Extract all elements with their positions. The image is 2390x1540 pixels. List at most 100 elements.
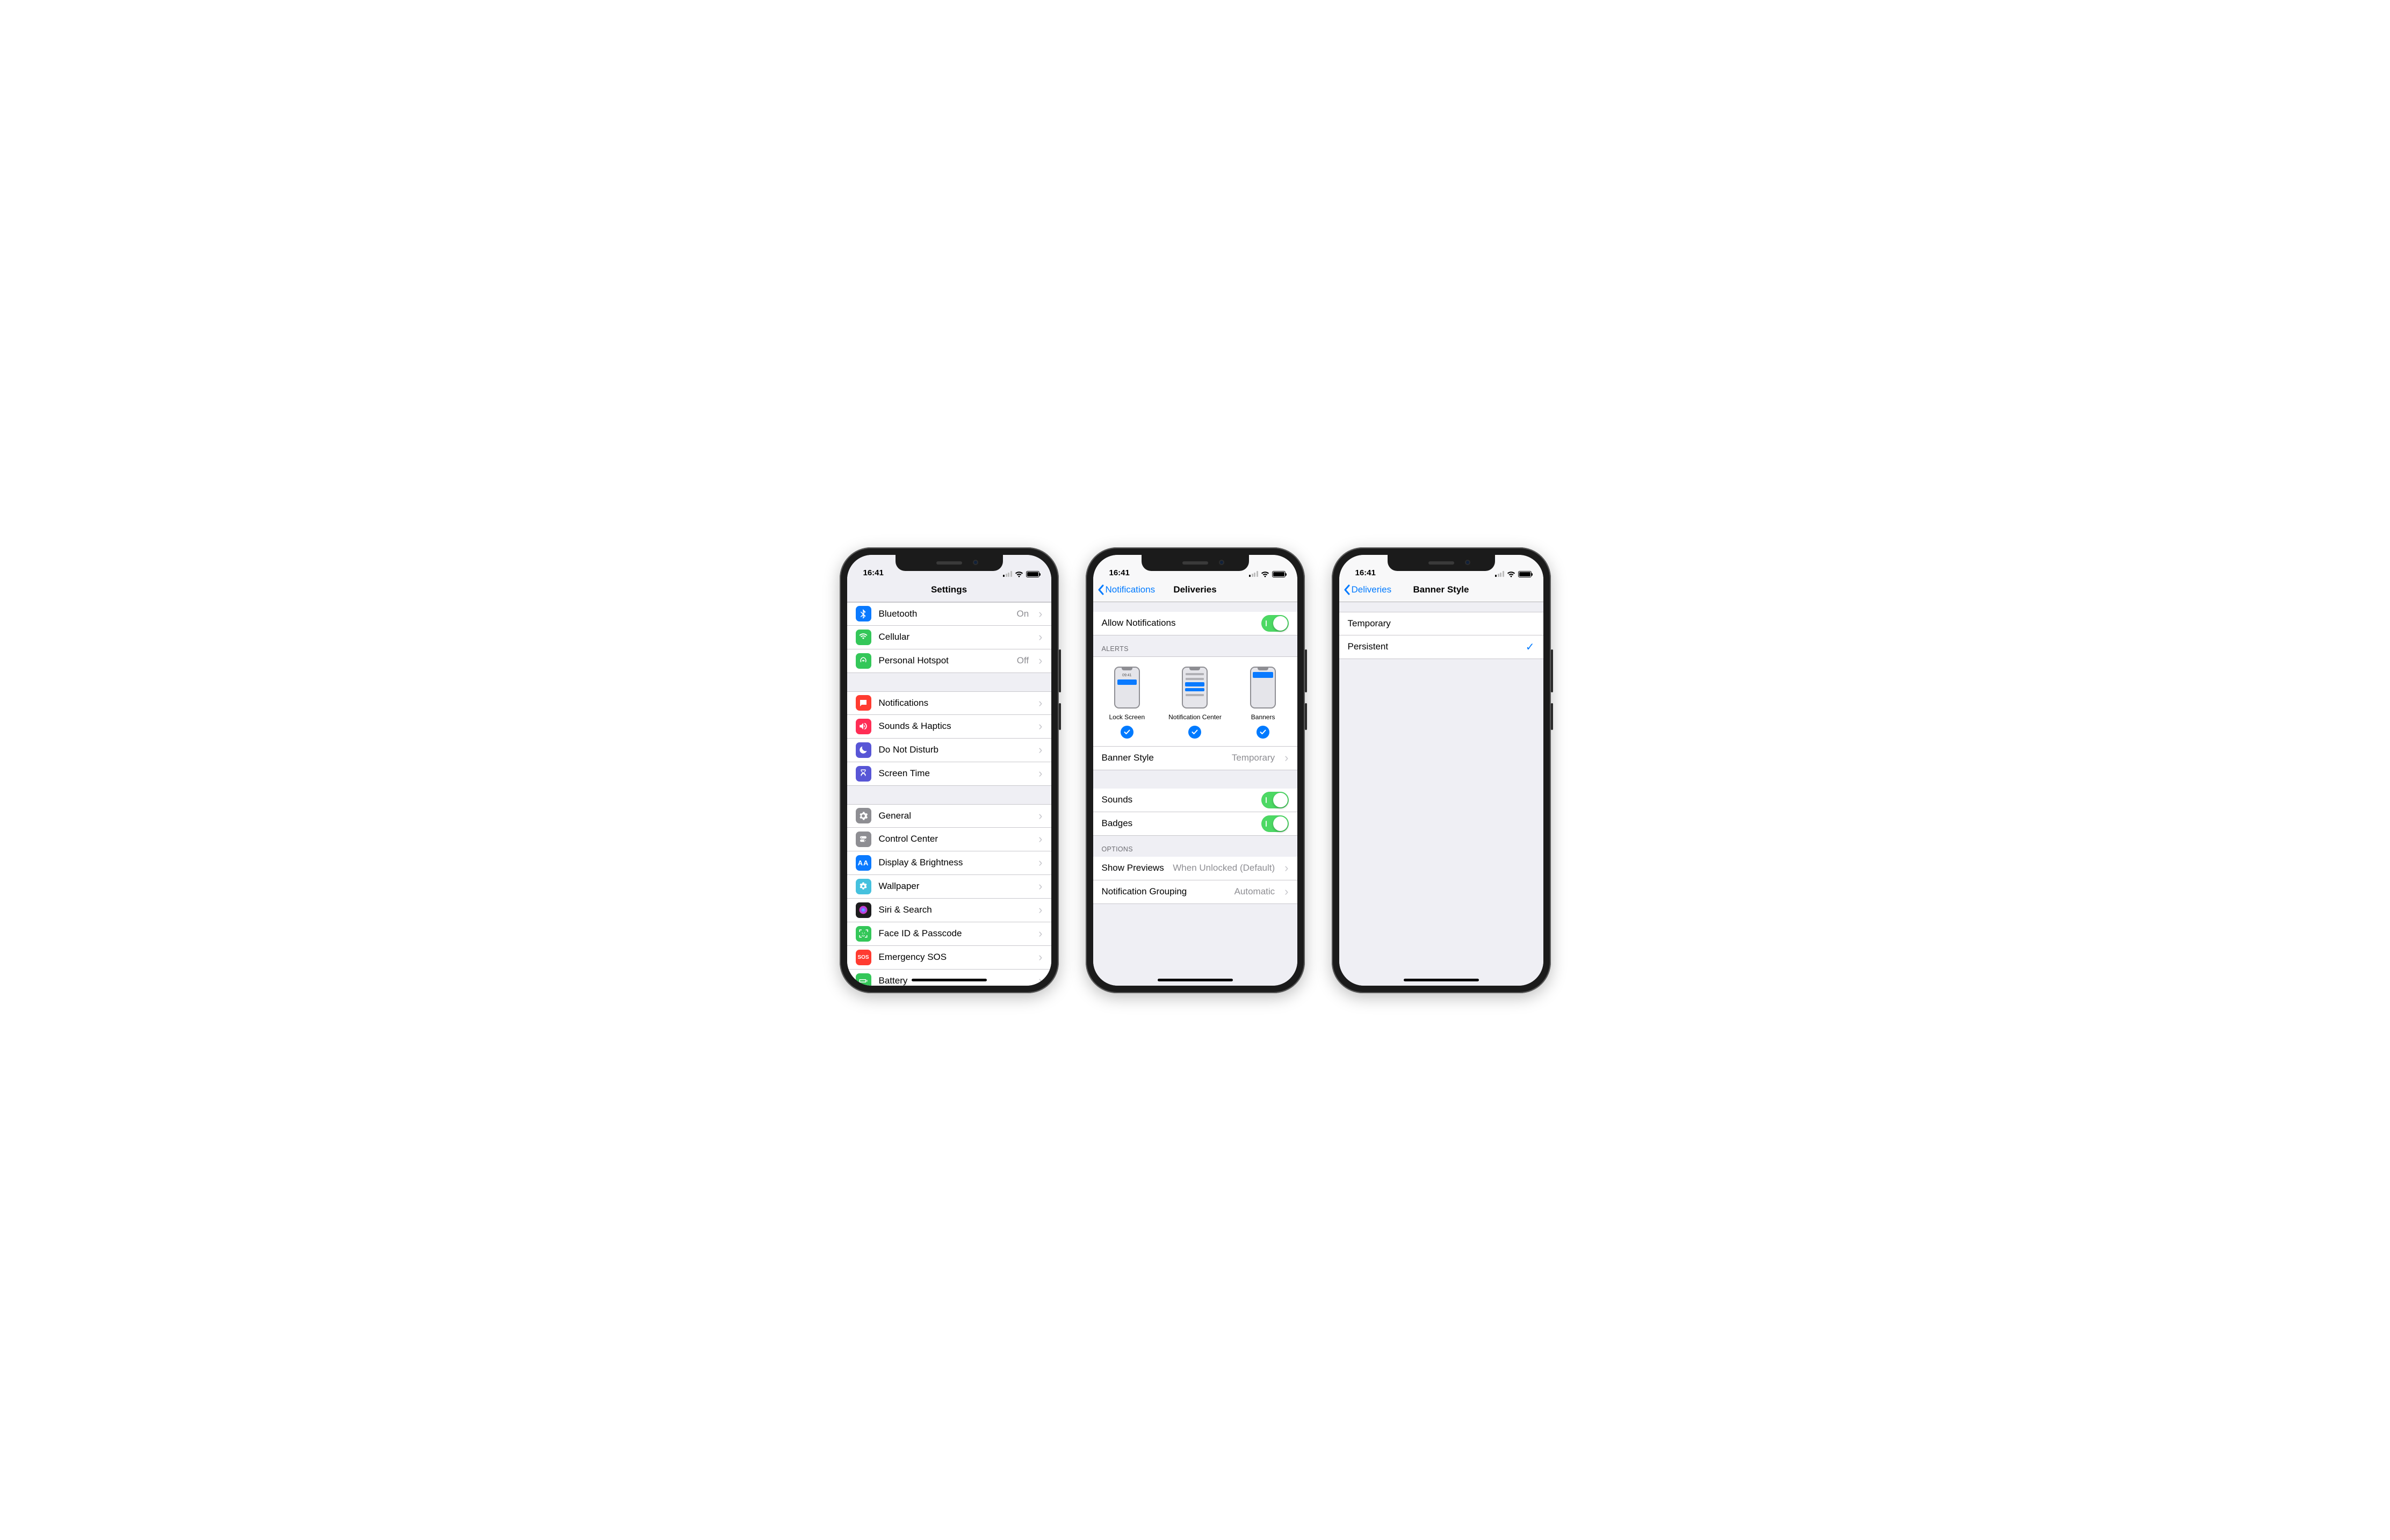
back-label: Notifications	[1106, 584, 1156, 595]
notificationcenter-preview	[1182, 667, 1208, 708]
banner-style-label: Banner Style	[1102, 753, 1224, 763]
settings-row-label: General	[879, 811, 1029, 821]
status-time: 16:41	[1109, 568, 1130, 577]
settings-row-label: Cellular	[879, 632, 1029, 642]
back-button[interactable]: Notifications	[1097, 579, 1156, 602]
settings-row-screentime[interactable]: Screen Time ›	[847, 762, 1051, 786]
signal-icon	[1495, 571, 1504, 577]
settings-row-hotspot[interactable]: Personal Hotspot Off ›	[847, 649, 1051, 673]
battery-icon	[856, 973, 871, 986]
chevron-right-icon: ›	[1038, 857, 1042, 869]
settings-row-siri[interactable]: Siri & Search›	[847, 899, 1051, 922]
controlcenter-icon	[856, 832, 871, 847]
signal-icon	[1003, 571, 1012, 577]
chevron-right-icon: ›	[1038, 744, 1042, 756]
home-indicator[interactable]	[1158, 979, 1233, 981]
settings-row-faceid[interactable]: Face ID & Passcode›	[847, 922, 1051, 946]
lockscreen-check[interactable]	[1121, 726, 1133, 739]
bannerstyle-option-temporary[interactable]: Temporary	[1339, 612, 1543, 635]
device-notch	[896, 555, 1003, 571]
device-notch	[1142, 555, 1249, 571]
page-title: Deliveries	[1173, 584, 1216, 595]
notification-grouping-label: Notification Grouping	[1102, 886, 1227, 897]
show-previews-row[interactable]: Show Previews When Unlocked (Default) ›	[1093, 857, 1297, 880]
banners-check[interactable]	[1257, 726, 1269, 739]
notification-grouping-row[interactable]: Notification Grouping Automatic ›	[1093, 880, 1297, 904]
settings-row-label: Notifications	[879, 698, 1029, 708]
chevron-right-icon: ›	[1038, 833, 1042, 845]
chevron-right-icon: ›	[1038, 768, 1042, 779]
back-label: Deliveries	[1352, 584, 1392, 595]
general-icon	[856, 808, 871, 823]
banner-style-row[interactable]: Banner Style Temporary ›	[1093, 747, 1297, 770]
settings-list[interactable]: BluetoothOn› Cellular › Personal Hotspot Off…	[847, 602, 1051, 986]
siri-icon	[856, 902, 871, 918]
page-title: Banner Style	[1413, 584, 1469, 595]
phone-settings: 16:41 Settings BluetoothOn›Cellular›Pers…	[840, 547, 1059, 993]
settings-row-wallpaper[interactable]: Wallpaper›	[847, 875, 1051, 899]
lockscreen-preview: 09:41	[1114, 667, 1140, 708]
option-label: Persistent	[1348, 641, 1518, 652]
sounds-toggle[interactable]	[1261, 792, 1289, 808]
wifi-icon	[1015, 571, 1023, 577]
navbar: Settings	[847, 579, 1051, 602]
settings-row-value: Off	[1017, 655, 1029, 666]
display-icon: AA	[856, 855, 871, 871]
allow-notifications-row[interactable]: Allow Notifications	[1093, 612, 1297, 635]
show-previews-value: When Unlocked (Default)	[1173, 863, 1275, 873]
sounds-label: Sounds	[1102, 794, 1254, 805]
settings-row-general[interactable]: General ›	[847, 804, 1051, 828]
notification-settings[interactable]: Allow Notifications ALERTS 09:41 Lock Sc…	[1093, 602, 1297, 986]
badges-row[interactable]: Badges	[1093, 812, 1297, 836]
settings-row-value: On	[1016, 609, 1029, 619]
device-notch	[1388, 555, 1495, 571]
show-previews-label: Show Previews	[1102, 863, 1166, 873]
home-indicator[interactable]	[912, 979, 987, 981]
settings-row-controlcenter[interactable]: Control Center›	[847, 828, 1051, 851]
signal-icon	[1249, 571, 1258, 577]
settings-row-label: Screen Time	[879, 768, 1029, 779]
allow-notifications-toggle[interactable]	[1261, 615, 1289, 632]
settings-row-sounds[interactable]: Sounds & Haptics›	[847, 715, 1051, 739]
badges-toggle[interactable]	[1261, 815, 1289, 832]
banners-label: Banners	[1251, 713, 1275, 721]
bannerstyle-options[interactable]: Temporary Persistent✓	[1339, 602, 1543, 986]
settings-row-sos[interactable]: SOSEmergency SOS›	[847, 946, 1051, 970]
bannerstyle-option-persistent[interactable]: Persistent✓	[1339, 635, 1543, 659]
status-time: 16:41	[863, 568, 884, 577]
settings-row-display[interactable]: AA Display & Brightness ›	[847, 851, 1051, 875]
alert-option-lockscreen[interactable]: 09:41 Lock Screen	[1093, 667, 1160, 739]
alert-option-banners[interactable]: Banners	[1229, 667, 1296, 739]
settings-row-battery[interactable]: Battery›	[847, 970, 1051, 986]
chevron-right-icon: ›	[1038, 880, 1042, 892]
sounds-row[interactable]: Sounds	[1093, 789, 1297, 812]
sounds-icon	[856, 719, 871, 734]
settings-row-label: Do Not Disturb	[879, 744, 1029, 755]
settings-row-cellular[interactable]: Cellular ›	[847, 626, 1051, 649]
option-label: Temporary	[1348, 618, 1535, 629]
badges-label: Badges	[1102, 818, 1254, 829]
alert-styles: 09:41 Lock Screen Notification Center	[1093, 656, 1297, 747]
sos-icon: SOS	[856, 950, 871, 965]
chevron-right-icon: ›	[1284, 862, 1288, 874]
cellular-icon	[856, 630, 871, 645]
battery-icon	[1272, 571, 1286, 577]
banner-style-value: Temporary	[1232, 753, 1275, 763]
settings-row-label: Display & Brightness	[879, 857, 1029, 868]
home-indicator[interactable]	[1404, 979, 1479, 981]
settings-row-label: Face ID & Passcode	[879, 928, 1029, 939]
notificationcenter-check[interactable]	[1188, 726, 1201, 739]
settings-row-dnd[interactable]: Do Not Disturb ›	[847, 739, 1051, 762]
settings-row-bluetooth[interactable]: BluetoothOn›	[847, 602, 1051, 626]
chevron-right-icon: ›	[1038, 904, 1042, 916]
alert-option-notificationcenter[interactable]: Notification Center	[1161, 667, 1229, 739]
back-button[interactable]: Deliveries	[1344, 579, 1392, 602]
settings-row-notifications[interactable]: Notifications›	[847, 691, 1051, 715]
battery-icon	[1518, 571, 1532, 577]
chevron-left-icon	[1344, 584, 1350, 595]
chevron-right-icon: ›	[1038, 631, 1042, 643]
settings-row-label: Personal Hotspot	[879, 655, 1009, 666]
chevron-right-icon: ›	[1038, 655, 1042, 667]
dnd-icon	[856, 742, 871, 758]
chevron-right-icon: ›	[1038, 810, 1042, 822]
